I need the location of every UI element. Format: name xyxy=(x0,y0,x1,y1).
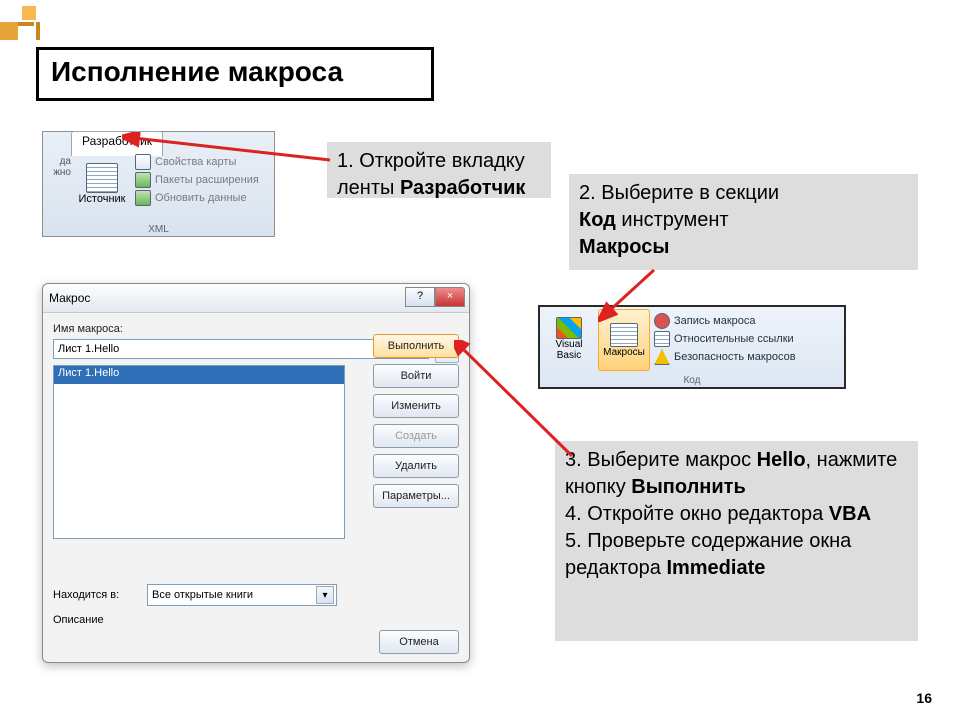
create-button[interactable]: Создать xyxy=(373,424,459,448)
edit-button[interactable]: Изменить xyxy=(373,394,459,418)
slide-title: Исполнение макроса xyxy=(36,47,434,101)
macros-icon xyxy=(610,323,638,347)
refresh-data[interactable]: Обновить данные xyxy=(135,190,259,206)
step-2-callout: 2. Выберите в секции Код инструмент Макр… xyxy=(569,174,918,270)
relative-refs[interactable]: Относительные ссылки xyxy=(654,331,796,347)
source-icon xyxy=(86,163,118,193)
vb-icon xyxy=(556,317,582,339)
doc-icon xyxy=(135,154,151,170)
slide-decoration xyxy=(0,0,70,40)
dialog-titlebar[interactable]: Макрос ? × xyxy=(43,284,469,313)
record-icon xyxy=(654,313,670,329)
source-button-label: Источник xyxy=(79,193,126,205)
page-number: 16 xyxy=(916,690,932,706)
ribbon-code-fragment: VisualBasic Макросы Запись макроса Относ… xyxy=(538,305,846,389)
relative-icon xyxy=(654,331,670,347)
close-button[interactable]: × xyxy=(435,287,465,307)
run-button[interactable]: Выполнить xyxy=(373,334,459,358)
step-1-callout: 1. Откройте вкладку ленты Разработчик xyxy=(327,142,551,198)
expansion-packs[interactable]: Пакеты расширения xyxy=(135,172,259,188)
location-combo[interactable]: Все открытые книги ▾ xyxy=(147,584,337,606)
xml-tools-list: Свойства карты Пакеты расширения Обновит… xyxy=(135,154,259,206)
chevron-down-icon: ▾ xyxy=(316,586,334,604)
step-into-button[interactable]: Войти xyxy=(373,364,459,388)
list-item[interactable]: Лист 1.Hello xyxy=(54,366,344,384)
ribbon-group-code: Код xyxy=(540,375,844,386)
dialog-title: Макрос xyxy=(49,291,90,305)
warn-icon xyxy=(654,349,670,365)
macro-list[interactable]: Лист 1.Hello xyxy=(53,365,345,539)
location-value: Все открытые книги xyxy=(152,589,253,601)
help-button[interactable]: ? xyxy=(405,287,435,307)
description-label: Описание xyxy=(53,614,104,626)
step-3-5-callout: 3. Выберите макрос Hello, нажмите кнопку… xyxy=(555,441,918,641)
macros-button[interactable]: Макросы xyxy=(598,309,650,371)
record-macro[interactable]: Запись макроса xyxy=(654,313,796,329)
macro-dialog: Макрос ? × Имя макроса: ▦ Лист 1.Hello В… xyxy=(42,283,470,663)
pack-icon xyxy=(135,172,151,188)
ribbon-left-cut-text: дажно xyxy=(45,156,71,178)
location-label: Находится в: xyxy=(53,589,139,601)
tab-developer[interactable]: Разработчик xyxy=(71,131,163,156)
refresh-icon xyxy=(135,190,151,206)
ribbon-group-xml: XML xyxy=(43,224,274,235)
macro-security[interactable]: Безопасность макросов xyxy=(654,349,796,365)
ribbon-developer-fragment: Разработчик дажно Источник Свойства карт… xyxy=(42,131,275,237)
options-button[interactable]: Параметры... xyxy=(373,484,459,508)
cancel-button[interactable]: Отмена xyxy=(379,630,459,654)
map-properties[interactable]: Свойства карты xyxy=(135,154,259,170)
delete-button[interactable]: Удалить xyxy=(373,454,459,478)
visual-basic-button[interactable]: VisualBasic xyxy=(544,309,594,369)
source-button[interactable]: Источник xyxy=(75,154,129,214)
